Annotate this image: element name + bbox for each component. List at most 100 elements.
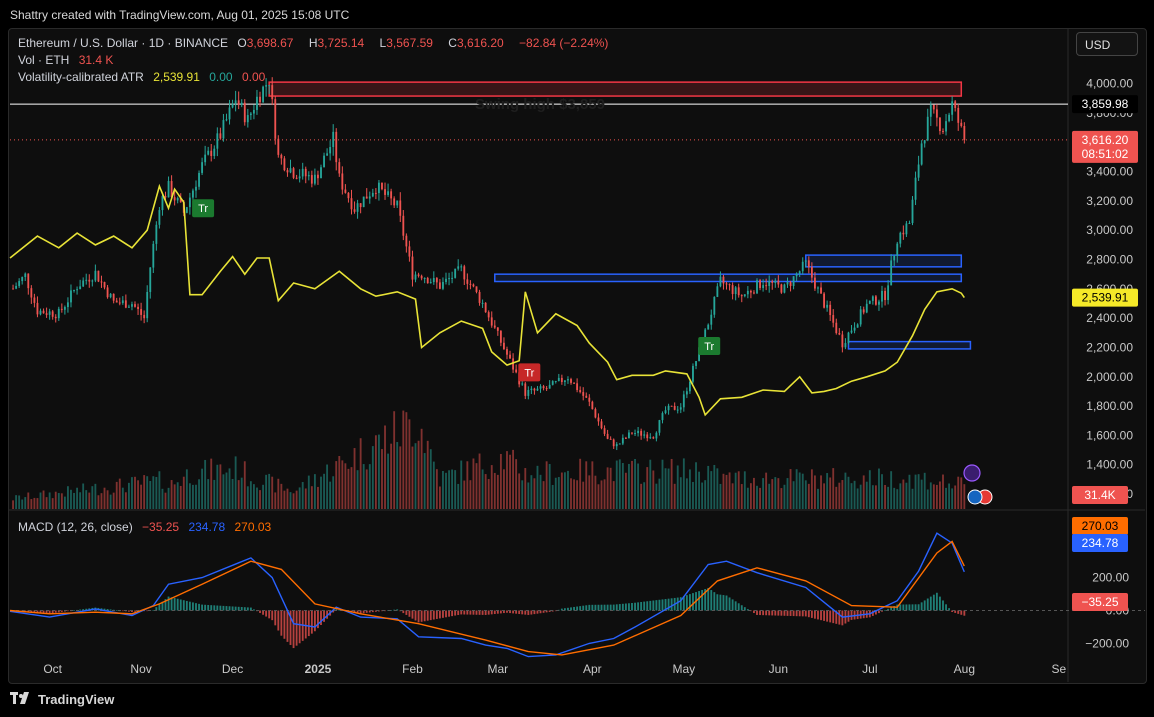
candle-body	[536, 388, 539, 391]
candle-body	[329, 147, 332, 154]
macd-histogram-bar	[832, 610, 835, 624]
candle-body	[286, 170, 289, 173]
volume-bar	[42, 490, 45, 509]
volume-bar	[951, 488, 954, 509]
candle-body	[45, 313, 48, 315]
macd-label[interactable]: MACD (12, 26, close)	[18, 520, 133, 534]
candle-body	[847, 332, 850, 344]
macd-histogram-bar	[838, 610, 841, 625]
candle-body	[252, 109, 255, 114]
volume-bar	[557, 477, 560, 509]
volume-bar	[496, 474, 499, 509]
macd-histogram-bar	[771, 610, 774, 616]
volume-bar	[628, 463, 630, 509]
candle-body	[231, 103, 234, 108]
candle-body	[347, 192, 350, 199]
candle-body	[332, 131, 335, 148]
volume-label[interactable]: Vol · ETH	[18, 53, 69, 67]
volume-bar	[762, 478, 765, 509]
candle-body	[243, 102, 246, 123]
macd-histogram-bar	[307, 610, 310, 637]
candle-body	[676, 409, 679, 411]
volume-bar	[429, 449, 432, 509]
candle-body	[957, 107, 960, 123]
atr-label[interactable]: Volatility-calibrated ATR	[18, 70, 144, 84]
volume-bar	[960, 477, 963, 509]
volume-bar	[268, 473, 271, 509]
macd-histogram-bar	[624, 603, 627, 611]
macd-histogram-bar	[798, 610, 801, 617]
volume-bar	[317, 486, 319, 509]
macd-histogram-bar	[277, 610, 280, 631]
volume-bar	[585, 461, 588, 509]
volume-bar	[692, 481, 694, 509]
volume-bar	[865, 481, 868, 509]
candle-body	[365, 196, 368, 199]
symbol-name[interactable]: Ethereum / U.S. Dollar · 1D · BINANCE	[18, 36, 228, 50]
candle-body	[798, 271, 801, 274]
macd-histogram-bar	[777, 610, 780, 616]
volume-bar	[939, 481, 941, 509]
macd-histogram-bar	[173, 598, 176, 611]
flag-event-icon	[967, 489, 983, 505]
candle-body	[143, 314, 146, 319]
volume-bar	[521, 480, 524, 509]
macd-histogram-bar	[634, 602, 636, 611]
volume-bar	[106, 490, 109, 509]
volume-bar	[182, 476, 185, 509]
candle-body	[725, 283, 728, 285]
candle-body	[454, 268, 457, 278]
swing-high-badge: 3,859.98	[1072, 95, 1138, 114]
macd-histogram-bar	[582, 605, 585, 611]
volume-bar	[323, 473, 325, 509]
volume-bar	[283, 490, 286, 509]
volume-bar	[304, 488, 307, 509]
macd-histogram-bar	[274, 610, 277, 626]
volume-bar	[57, 493, 60, 509]
volume-bar	[73, 492, 75, 509]
volume-bar	[161, 488, 164, 509]
candle-body	[810, 266, 813, 278]
volume-bar	[475, 463, 478, 509]
macd-histogram-bar	[310, 610, 313, 634]
volume-bar	[603, 479, 606, 509]
volume-bar	[563, 472, 566, 509]
volume-bar	[792, 481, 795, 509]
candle-body	[503, 342, 505, 350]
candle-body	[131, 304, 133, 307]
candle-body	[716, 286, 719, 297]
macd-histogram-bar	[493, 610, 496, 615]
volume-bar	[381, 449, 383, 509]
volume-bar	[158, 471, 161, 509]
volume-bar	[874, 485, 877, 509]
candle-body	[618, 443, 621, 445]
macd-histogram-bar	[942, 600, 944, 611]
volume-bar	[899, 483, 902, 509]
volume-bar	[234, 456, 237, 509]
macd-histogram-bar	[192, 602, 194, 611]
candle-body	[521, 383, 524, 385]
price-chart[interactable]: 4,000.003,800.003,600.003,400.003,200.00…	[0, 0, 1154, 717]
volume-bar	[701, 482, 704, 509]
volume-bar	[173, 484, 176, 509]
resistance-zone	[268, 81, 963, 97]
candle-body	[51, 311, 54, 317]
candle-body	[908, 223, 911, 225]
volume-bar	[249, 481, 252, 509]
macd-histogram-bar	[643, 601, 646, 611]
volume-bar	[512, 449, 515, 509]
candle-body	[417, 274, 420, 276]
candle-body	[204, 154, 207, 163]
volume-bar	[829, 477, 832, 509]
currency-button[interactable]: USD	[1076, 32, 1138, 56]
volume-bar	[362, 464, 365, 509]
volume-bar	[420, 428, 423, 509]
volume-bar	[676, 465, 679, 509]
candle-body	[326, 153, 329, 156]
candle-body	[707, 324, 710, 330]
macd-histogram-bar	[780, 610, 783, 616]
macd-histogram-bar	[292, 610, 295, 649]
macd-histogram-bar	[231, 606, 234, 611]
volume-bar	[438, 486, 441, 509]
volume-bar	[719, 483, 722, 509]
